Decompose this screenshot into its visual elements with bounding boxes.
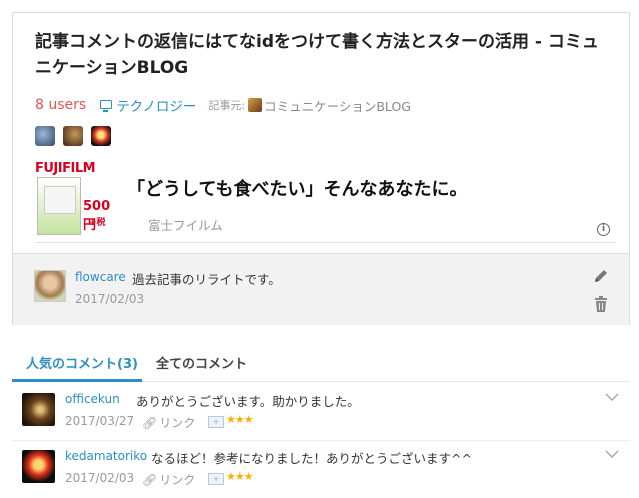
comment-user[interactable]: officekun	[65, 392, 120, 406]
comment-tabs: 人気のコメント(3) 全てのコメント	[12, 345, 630, 382]
users-count[interactable]: 8 users	[35, 97, 86, 113]
my-bookmark-comment: 過去記事のリライトです。	[132, 272, 281, 287]
permalink-label: リンク	[159, 473, 196, 487]
source-link[interactable]: コミュニケーションBLOG	[264, 96, 411, 115]
divider	[35, 242, 615, 243]
ad-info-icon[interactable]: i	[597, 223, 610, 236]
source-favicon-icon	[248, 98, 263, 112]
ad-product-image[interactable]: FUJIFILM 500円 +税	[35, 161, 113, 239]
ad-banner[interactable]: FUJIFILM 500円 +税 「どうしても食べたい」そんなあなたに。 富士フ…	[35, 161, 615, 241]
permalink-link[interactable]: 🔗︎ リンク	[142, 414, 195, 431]
comment-text: ありがとうございます。助かりました。	[136, 394, 360, 409]
comment-row: kedamatoriko なるほど！参考になりました！ありがとうございます^^ …	[12, 444, 630, 498]
link-icon: 🔗︎	[142, 472, 158, 487]
monitor-icon	[100, 99, 113, 112]
category-link[interactable]: テクノロジー	[100, 95, 196, 115]
ad-brand-logo: FUJIFILM	[35, 161, 96, 176]
my-bookmark-date[interactable]: 2017/02/03	[75, 292, 144, 306]
chevron-down-icon[interactable]	[605, 392, 619, 402]
ad-tax: +税	[89, 218, 106, 228]
permalink-link[interactable]: 🔗︎ リンク	[142, 471, 195, 488]
tab-all-comments[interactable]: 全てのコメント	[156, 353, 247, 372]
source-label: 記事元:	[208, 99, 246, 112]
star-rating[interactable]: ★★★	[226, 413, 254, 426]
permalink-label: リンク	[159, 416, 196, 430]
entry-meta: 8 users テクノロジー 記事元: コミュニケーションBLOG	[35, 95, 411, 115]
comment-text: なるほど！参考になりました！ありがとうございます^^	[151, 451, 472, 466]
add-star-icon[interactable]: +	[208, 473, 224, 485]
avatar[interactable]	[22, 393, 55, 426]
star-rating[interactable]: ★★★	[226, 470, 254, 483]
avatar[interactable]	[35, 126, 55, 146]
category-label: テクノロジー	[116, 99, 197, 115]
pencil-icon[interactable]	[593, 268, 609, 284]
tab-popular-comments[interactable]: 人気のコメント(3)	[26, 353, 138, 372]
avatar[interactable]	[91, 126, 111, 146]
ad-product-box	[37, 177, 81, 235]
link-icon: 🔗︎	[142, 415, 158, 430]
comment-date[interactable]: 2017/03/27	[65, 414, 134, 428]
comment-date[interactable]: 2017/02/03	[65, 471, 134, 485]
ad-headline[interactable]: 「どうしても食べたい」そんなあなたに。	[127, 175, 468, 201]
add-star-icon[interactable]: +	[208, 416, 224, 428]
trash-icon[interactable]	[594, 296, 608, 312]
bookmarker-avatars	[35, 126, 111, 146]
active-tab-indicator	[12, 379, 142, 382]
my-bookmark: flowcare 過去記事のリライトです。 2017/02/03	[13, 253, 629, 325]
entry-card: 記事コメントの返信にはてなidをつけて書く方法とスターの活用 - コミュニケーシ…	[12, 12, 630, 325]
comment-user[interactable]: kedamatoriko	[65, 449, 147, 463]
ad-sponsor: 富士フイルム	[148, 218, 223, 233]
entry-title[interactable]: 記事コメントの返信にはてなidをつけて書く方法とスターの活用 - コミュニケーシ…	[35, 29, 615, 81]
avatar[interactable]	[63, 126, 83, 146]
avatar[interactable]	[34, 270, 66, 302]
my-bookmark-user[interactable]: flowcare	[75, 270, 126, 284]
chevron-down-icon[interactable]	[605, 449, 619, 459]
comment-row: officekun ありがとうございます。助かりました。 2017/03/27 …	[12, 387, 630, 441]
avatar[interactable]	[22, 450, 55, 483]
